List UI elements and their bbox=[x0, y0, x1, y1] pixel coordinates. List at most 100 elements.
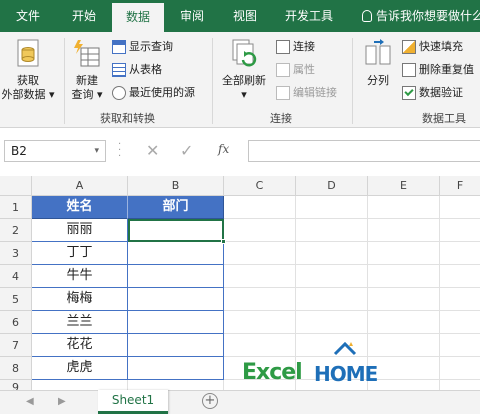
group-separator bbox=[352, 38, 353, 124]
name-cell[interactable]: 丁丁 bbox=[32, 242, 128, 265]
row-header-7[interactable]: 7 bbox=[0, 334, 32, 357]
name-cell[interactable]: 牛牛 bbox=[32, 265, 128, 288]
new-query-label-2: 查询 ▾ bbox=[71, 88, 103, 101]
name-box-value: B2 bbox=[11, 144, 27, 158]
column-header-c[interactable]: C bbox=[224, 176, 296, 196]
gridlines bbox=[32, 380, 224, 390]
from-table-label: 从表格 bbox=[129, 63, 162, 76]
tab-developer[interactable]: 开发工具 bbox=[272, 0, 346, 32]
properties-label: 属性 bbox=[293, 63, 315, 76]
flash-fill-icon bbox=[402, 40, 416, 54]
worksheet-grid[interactable]: A B C D E F 1 2 3 4 5 6 7 8 9 姓名 部门 丽丽 丁… bbox=[0, 176, 480, 390]
ribbon-data: 获取 外部数据 ▾ 新建 查询 ▾ 显示查询 从表格 最近使用的源 获取和转换 … bbox=[0, 32, 480, 128]
properties-icon bbox=[276, 63, 290, 77]
recent-sources-button[interactable]: 最近使用的源 bbox=[112, 84, 195, 102]
refresh-all-button[interactable]: 全部刷新 ▾ bbox=[216, 38, 272, 102]
department-cell[interactable] bbox=[128, 334, 224, 357]
connections-label: 连接 bbox=[293, 40, 315, 53]
name-cell[interactable]: 花花 bbox=[32, 334, 128, 357]
tab-home[interactable]: 开始 bbox=[58, 0, 110, 32]
data-validation-button[interactable]: 数据验证 bbox=[402, 84, 463, 102]
scroll-right-icon[interactable]: ▶ bbox=[58, 396, 66, 407]
connections-button[interactable]: 连接 bbox=[276, 38, 315, 56]
group-label-data-tools: 数据工具 bbox=[422, 112, 466, 125]
row-header-9[interactable]: 9 bbox=[0, 380, 32, 390]
formula-bar: B2 ▾ · · · ✕ ✓ fx bbox=[0, 138, 480, 164]
row-header-4[interactable]: 4 bbox=[0, 265, 32, 288]
data-validation-label: 数据验证 bbox=[419, 86, 463, 99]
name-box[interactable]: B2 ▾ bbox=[4, 140, 106, 162]
tell-me-text: 告诉我你想要做什么 bbox=[376, 9, 480, 23]
header-cell-name[interactable]: 姓名 bbox=[32, 196, 128, 219]
tab-view[interactable]: 视图 bbox=[220, 0, 270, 32]
row-header-5[interactable]: 5 bbox=[0, 288, 32, 311]
department-cell[interactable] bbox=[128, 288, 224, 311]
remove-duplicates-icon bbox=[402, 63, 416, 77]
flash-fill-label: 快速填充 bbox=[419, 40, 463, 53]
tab-review[interactable]: 审阅 bbox=[166, 0, 218, 32]
name-cell[interactable]: 兰兰 bbox=[32, 311, 128, 334]
get-external-data-button[interactable]: 获取 外部数据 ▾ bbox=[0, 38, 56, 102]
tab-data[interactable]: 数据 bbox=[112, 3, 164, 32]
edit-links-icon bbox=[276, 86, 290, 100]
sheet-tab-bar: ◀ ▶ Sheet1 + bbox=[0, 390, 480, 414]
column-header-b[interactable]: B bbox=[128, 176, 224, 196]
database-icon bbox=[17, 39, 39, 67]
insert-function-icon[interactable]: fx bbox=[218, 142, 229, 156]
row-header-6[interactable]: 6 bbox=[0, 311, 32, 334]
department-cell-selected[interactable] bbox=[128, 219, 224, 242]
add-sheet-button[interactable]: + bbox=[202, 393, 218, 409]
scroll-left-icon[interactable]: ◀ bbox=[26, 396, 34, 407]
refresh-icon bbox=[232, 39, 257, 67]
sheet-tab-sheet1[interactable]: Sheet1 bbox=[98, 390, 168, 414]
edit-links-button[interactable]: 编辑链接 bbox=[276, 84, 337, 102]
name-cell[interactable]: 虎虎 bbox=[32, 357, 128, 380]
get-external-data-label-1: 获取 bbox=[17, 74, 39, 87]
data-validation-icon bbox=[402, 86, 416, 100]
column-header-a[interactable]: A bbox=[32, 176, 128, 196]
show-queries-button[interactable]: 显示查询 bbox=[112, 38, 173, 56]
row-header-1[interactable]: 1 bbox=[0, 196, 32, 219]
name-cell[interactable]: 梅梅 bbox=[32, 288, 128, 311]
recent-sources-icon bbox=[112, 86, 126, 100]
column-header-e[interactable]: E bbox=[368, 176, 440, 196]
tab-file[interactable]: 文件 bbox=[0, 0, 56, 32]
enter-icon[interactable]: ✓ bbox=[180, 141, 193, 160]
formula-input[interactable] bbox=[248, 140, 480, 162]
cancel-icon[interactable]: ✕ bbox=[146, 141, 159, 160]
properties-button[interactable]: 属性 bbox=[276, 61, 315, 79]
header-cell-department[interactable]: 部门 bbox=[128, 196, 224, 219]
department-cell[interactable] bbox=[128, 357, 224, 380]
split-columns-button[interactable]: 分列 bbox=[358, 38, 398, 88]
recent-sources-label: 最近使用的源 bbox=[129, 86, 195, 99]
remove-duplicates-button[interactable]: 删除重复值 bbox=[402, 61, 474, 79]
get-external-data-label-2: 外部数据 ▾ bbox=[1, 88, 55, 101]
name-cell[interactable]: 丽丽 bbox=[32, 219, 128, 242]
table-icon bbox=[112, 63, 126, 77]
ribbon-tab-bar: 文件 开始 数据 审阅 视图 开发工具 告诉我你想要做什么 bbox=[0, 0, 480, 32]
column-header-d[interactable]: D bbox=[296, 176, 368, 196]
flash-fill-button[interactable]: 快速填充 bbox=[402, 38, 463, 56]
edit-links-label: 编辑链接 bbox=[293, 86, 337, 99]
logo-text-home: HOME bbox=[314, 362, 378, 386]
row-header-2[interactable]: 2 bbox=[0, 219, 32, 242]
tell-me-box[interactable]: 告诉我你想要做什么 bbox=[362, 0, 480, 32]
selection-fill-handle[interactable] bbox=[221, 239, 226, 244]
sheet-tab-label: Sheet1 bbox=[111, 393, 155, 407]
row-header-3[interactable]: 3 bbox=[0, 242, 32, 265]
department-cell[interactable] bbox=[128, 311, 224, 334]
new-query-icon bbox=[74, 40, 100, 67]
column-header-f[interactable]: F bbox=[440, 176, 480, 196]
row-header-8[interactable]: 8 bbox=[0, 357, 32, 380]
chevron-down-icon[interactable]: ▾ bbox=[94, 141, 99, 161]
dropdown-arrow: ▾ bbox=[241, 88, 247, 101]
new-query-button[interactable]: 新建 查询 ▾ bbox=[66, 38, 108, 102]
department-cell[interactable] bbox=[128, 242, 224, 265]
group-separator bbox=[64, 38, 65, 124]
split-columns-label: 分列 bbox=[367, 74, 389, 87]
group-separator bbox=[212, 38, 213, 124]
connections-icon bbox=[276, 40, 290, 54]
select-all-corner[interactable] bbox=[0, 176, 32, 196]
from-table-button[interactable]: 从表格 bbox=[112, 61, 162, 79]
department-cell[interactable] bbox=[128, 265, 224, 288]
